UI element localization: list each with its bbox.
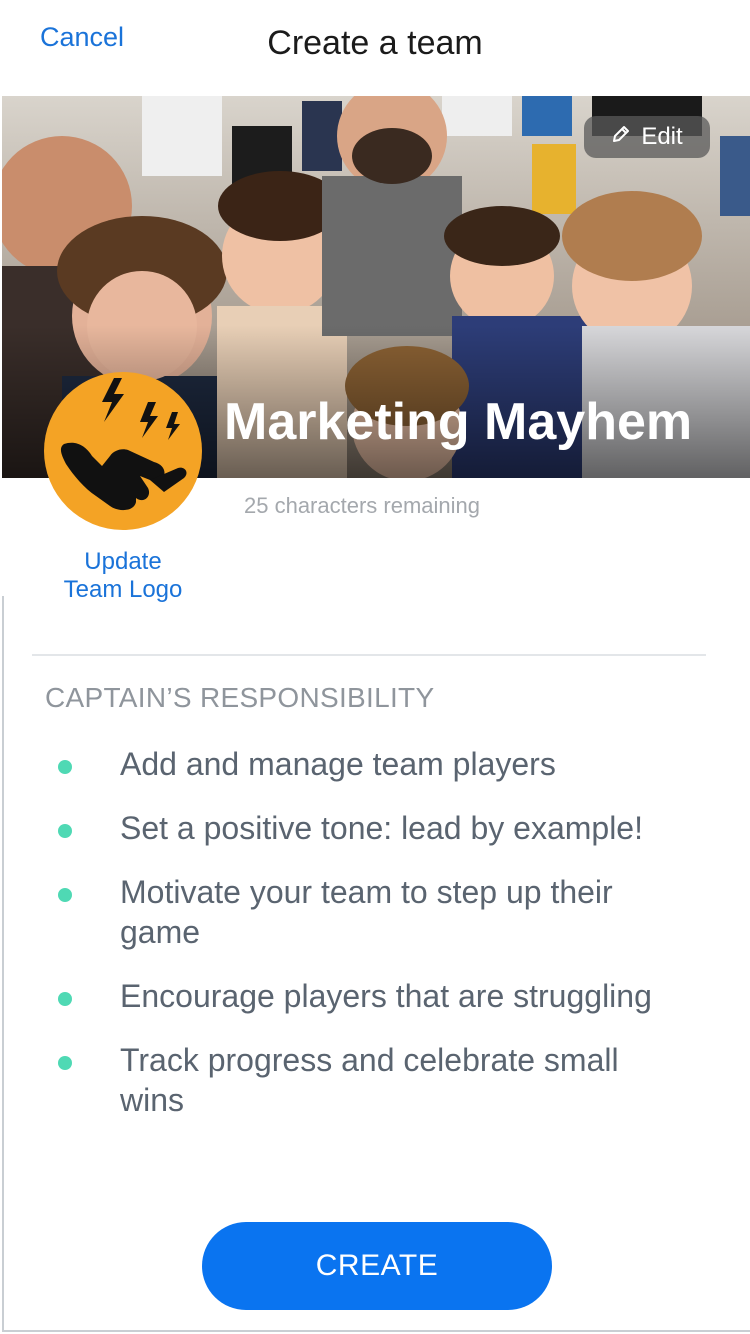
update-logo-line2: Team Logo: [63, 576, 183, 603]
pencil-icon: [611, 123, 631, 151]
list-item-text: Track progress and celebrate small wins: [120, 1042, 619, 1118]
bullet-icon: [58, 888, 72, 902]
bullet-icon: [58, 760, 72, 774]
page-title: Create a team: [267, 24, 483, 62]
list-item-text: Set a positive tone: lead by example!: [120, 810, 643, 846]
team-name-field[interactable]: Marketing Mayhem: [224, 392, 692, 452]
shaka-hand-icon: [60, 378, 187, 511]
list-item-text: Add and manage team players: [120, 746, 556, 782]
nav-header: Cancel Create a team: [0, 0, 750, 92]
edit-cover-button[interactable]: Edit: [584, 116, 710, 158]
list-item-text: Motivate your team to step up their game: [120, 874, 613, 950]
bullet-icon: [58, 992, 72, 1006]
bullet-icon: [58, 1056, 72, 1070]
bullet-icon: [58, 824, 72, 838]
list-item-text: Encourage players that are struggling: [120, 978, 652, 1014]
team-logo[interactable]: [44, 372, 202, 530]
create-button[interactable]: CREATE: [202, 1222, 552, 1310]
responsibility-heading: CAPTAIN’S RESPONSIBILITY: [45, 682, 435, 713]
card-border-bottom: [2, 1330, 750, 1332]
characters-remaining: 25 characters remaining: [244, 493, 481, 518]
update-logo-line1: Update: [84, 548, 162, 575]
card-border-left: [2, 596, 4, 1332]
edit-label: Edit: [641, 123, 683, 150]
section-divider: [32, 654, 706, 656]
update-team-logo-link[interactable]: Update Team Logo: [44, 548, 202, 604]
